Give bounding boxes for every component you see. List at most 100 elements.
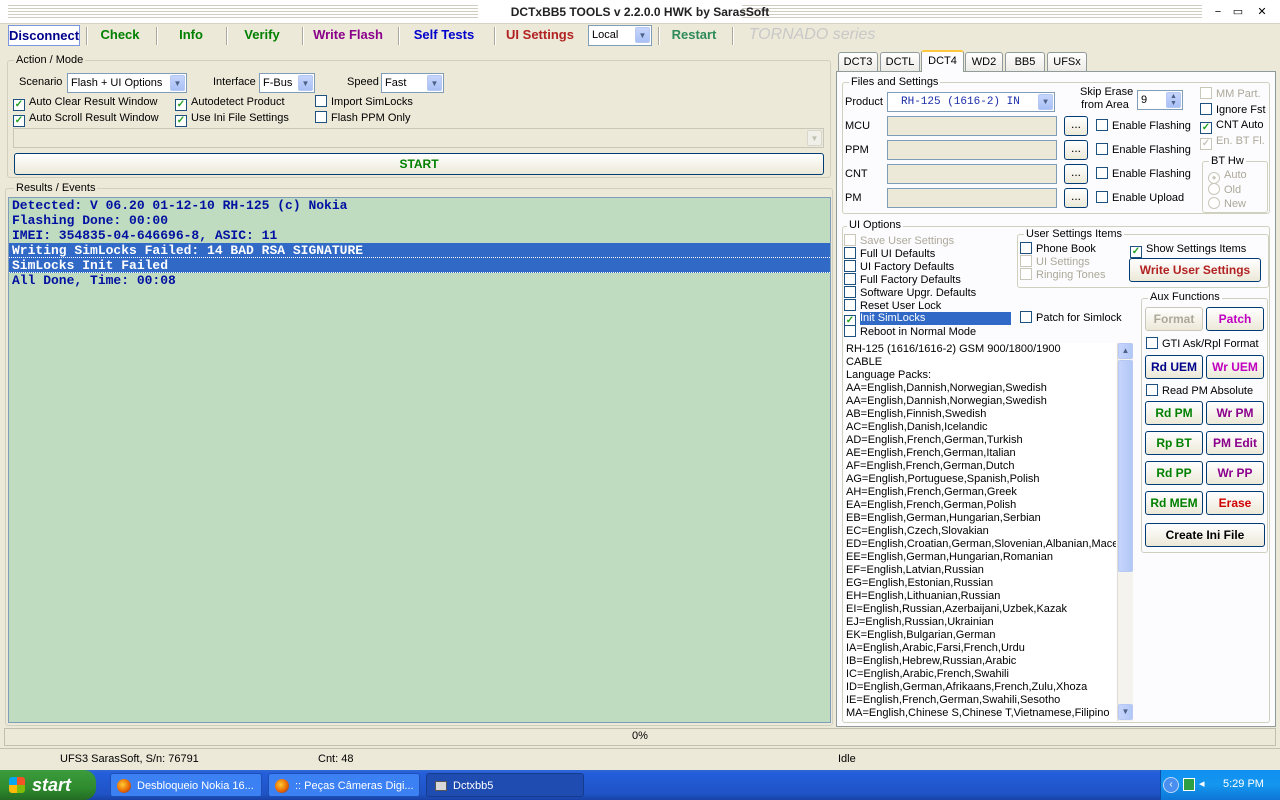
scroll-thumb[interactable]	[1118, 360, 1133, 572]
mm-part-checkbox[interactable]: MM Part.	[1200, 87, 1261, 101]
ignore-fst-checkbox[interactable]: Ignore Fst	[1200, 103, 1266, 117]
rd-mem-button[interactable]: Rd MEM	[1145, 491, 1203, 515]
wr-pm-button[interactable]: Wr PM	[1206, 401, 1264, 425]
pm-edit-button[interactable]: PM Edit	[1206, 431, 1264, 455]
flash-ppm-only-checkbox[interactable]: Flash PPM Only	[315, 111, 410, 125]
taskbar-item-firefox-1[interactable]: Desbloqueio Nokia 16...	[110, 773, 262, 797]
mcu-browse-button[interactable]: ...	[1064, 116, 1088, 136]
rd-pp-button[interactable]: Rd PP	[1145, 461, 1203, 485]
ringing-tones-checkbox[interactable]: Ringing Tones	[1020, 268, 1106, 282]
product-select[interactable]: RH-125 (1616-2) IN ▼	[887, 92, 1055, 112]
start-button[interactable]: START	[14, 153, 824, 175]
mcu-enable-checkbox[interactable]: Enable Flashing	[1096, 119, 1191, 133]
tab-dct4[interactable]: DCT4	[921, 50, 964, 72]
restart-button[interactable]: Restart	[664, 25, 724, 46]
en-bt-fl-checkbox[interactable]: ✓ En. BT Fl.	[1200, 135, 1265, 150]
tab-dctl[interactable]: DCTL	[880, 52, 920, 71]
patch-button[interactable]: Patch	[1206, 307, 1264, 331]
mode-select[interactable]: Local ▼	[588, 25, 652, 46]
phone-info-list[interactable]: RH-125 (1616/1616-2) GSM 900/1800/1900 CA…	[844, 343, 1116, 721]
format-button[interactable]: Format	[1145, 307, 1203, 331]
phone-book-checkbox[interactable]: Phone Book	[1020, 242, 1096, 256]
reboot-normal-mode-checkbox[interactable]: Reboot in Normal Mode	[844, 325, 976, 339]
pm-browse-button[interactable]: ...	[1064, 188, 1088, 208]
mcu-path-field[interactable]	[887, 116, 1057, 136]
interface-select[interactable]: F-Bus ▼	[259, 73, 315, 93]
patch-for-simlock-checkbox[interactable]: Patch for Simlock	[1020, 311, 1122, 325]
chevron-down-icon[interactable]: ▼	[427, 75, 442, 91]
file-select[interactable]: ▼	[13, 128, 824, 148]
rd-pm-button[interactable]: Rd PM	[1145, 401, 1203, 425]
save-user-settings-checkbox[interactable]: Save User Settings	[844, 234, 954, 248]
self-tests-button[interactable]: Self Tests	[404, 25, 484, 46]
pm-upload-checkbox[interactable]: Enable Upload	[1096, 191, 1184, 205]
scenario-select[interactable]: Flash + UI Options ▼	[67, 73, 187, 93]
speed-select[interactable]: Fast ▼	[381, 73, 444, 93]
init-simlocks-checkbox[interactable]: ✓ Init SimLocks	[844, 312, 1011, 327]
rd-uem-button[interactable]: Rd UEM	[1145, 355, 1203, 379]
bt-hw-old-radio[interactable]: Old	[1208, 183, 1241, 197]
show-settings-items-checkbox[interactable]: ✓ Show Settings Items	[1130, 243, 1246, 258]
scroll-up-icon[interactable]: ▲	[1118, 343, 1133, 359]
autodetect-product-checkbox[interactable]: ✓ Autodetect Product	[175, 96, 285, 111]
tab-wd2[interactable]: WD2	[965, 52, 1003, 71]
ppm-browse-button[interactable]: ...	[1064, 140, 1088, 160]
reset-user-lock-checkbox[interactable]: Reset User Lock	[844, 299, 941, 313]
ui-settings-button[interactable]: UI Settings	[500, 25, 580, 46]
restore-button[interactable]: ▭	[1228, 5, 1248, 19]
cnt-path-field[interactable]	[887, 164, 1057, 184]
full-factory-defaults-checkbox[interactable]: Full Factory Defaults	[844, 273, 961, 287]
cnt-enable-checkbox[interactable]: Enable Flashing	[1096, 167, 1191, 181]
chevron-down-icon[interactable]: ▼	[635, 27, 650, 43]
ui-factory-defaults-checkbox[interactable]: UI Factory Defaults	[844, 260, 954, 274]
erase-button[interactable]: Erase	[1206, 491, 1264, 515]
pm-path-field[interactable]	[887, 188, 1057, 208]
minimize-button[interactable]: −	[1210, 5, 1226, 19]
cnt-auto-checkbox[interactable]: ✓ CNT Auto	[1200, 119, 1264, 134]
tab-bb5[interactable]: BB5	[1005, 52, 1045, 71]
ui-settings-checkbox[interactable]: UI Settings	[1020, 255, 1090, 269]
scroll-down-icon[interactable]: ▼	[1118, 704, 1133, 720]
title-bar[interactable]: DCTxBB5 TOOLS v 2.2.0.0 HWK by SarasSoft…	[0, 0, 1280, 24]
ppm-enable-checkbox[interactable]: Enable Flashing	[1096, 143, 1191, 157]
verify-button[interactable]: Verify	[232, 25, 292, 46]
read-pm-absolute-checkbox[interactable]: Read PM Absolute	[1146, 384, 1253, 398]
clock[interactable]: 5:29 PM	[1223, 778, 1264, 790]
tray-app-icon[interactable]	[1183, 778, 1195, 791]
cnt-browse-button[interactable]: ...	[1064, 164, 1088, 184]
wr-uem-button[interactable]: Wr UEM	[1206, 355, 1264, 379]
spinner-arrows-icon[interactable]: ▲ ▼	[1166, 92, 1181, 108]
auto-clear-checkbox[interactable]: ✓ Auto Clear Result Window	[13, 96, 157, 111]
info-scrollbar[interactable]: ▲ ▼	[1117, 343, 1133, 721]
wr-pp-button[interactable]: Wr PP	[1206, 461, 1264, 485]
close-button[interactable]: ✕	[1254, 5, 1270, 19]
chevron-down-icon[interactable]: ▼	[298, 75, 313, 91]
results-window[interactable]: Detected: V 06.20 01-12-10 RH-125 (c) No…	[8, 197, 831, 723]
tab-ufsx[interactable]: UFSx	[1047, 52, 1087, 71]
start-button-taskbar[interactable]: start	[0, 770, 96, 800]
chevron-down-icon[interactable]: ▼	[807, 130, 822, 146]
tab-dct3[interactable]: DCT3	[838, 52, 878, 71]
ppm-path-field[interactable]	[887, 140, 1057, 160]
show-hidden-icons-icon[interactable]: ‹	[1163, 777, 1179, 793]
bt-hw-new-radio[interactable]: New	[1208, 197, 1246, 211]
chevron-down-icon[interactable]: ▼	[170, 75, 185, 91]
software-upgr-defaults-checkbox[interactable]: Software Upgr. Defaults	[844, 286, 976, 300]
info-button[interactable]: Info	[164, 25, 218, 46]
write-flash-button[interactable]: Write Flash	[308, 25, 388, 46]
full-ui-defaults-checkbox[interactable]: Full UI Defaults	[844, 247, 935, 261]
check-button[interactable]: Check	[92, 25, 148, 46]
import-simlocks-checkbox[interactable]: Import SimLocks	[315, 95, 413, 109]
auto-scroll-checkbox[interactable]: ✓ Auto Scroll Result Window	[13, 112, 159, 127]
write-user-settings-button[interactable]: Write User Settings	[1129, 258, 1261, 282]
chevron-down-icon[interactable]: ▼	[1038, 94, 1053, 110]
volume-icon[interactable]: ◂	[1199, 778, 1211, 790]
rp-bt-button[interactable]: Rp BT	[1145, 431, 1203, 455]
bt-hw-auto-radio[interactable]: ● Auto	[1208, 169, 1247, 184]
taskbar-item-dctxbb5[interactable]: Dctxbb5	[426, 773, 584, 797]
create-ini-file-button[interactable]: Create Ini File	[1145, 523, 1265, 547]
gti-ask-checkbox[interactable]: GTI Ask/Rpl Format	[1146, 337, 1259, 351]
use-ini-checkbox[interactable]: ✓ Use Ini File Settings	[175, 112, 289, 127]
taskbar-item-firefox-2[interactable]: :: Peças Câmeras Digi...	[268, 773, 420, 797]
disconnect-button[interactable]: Disconnect	[8, 25, 80, 46]
